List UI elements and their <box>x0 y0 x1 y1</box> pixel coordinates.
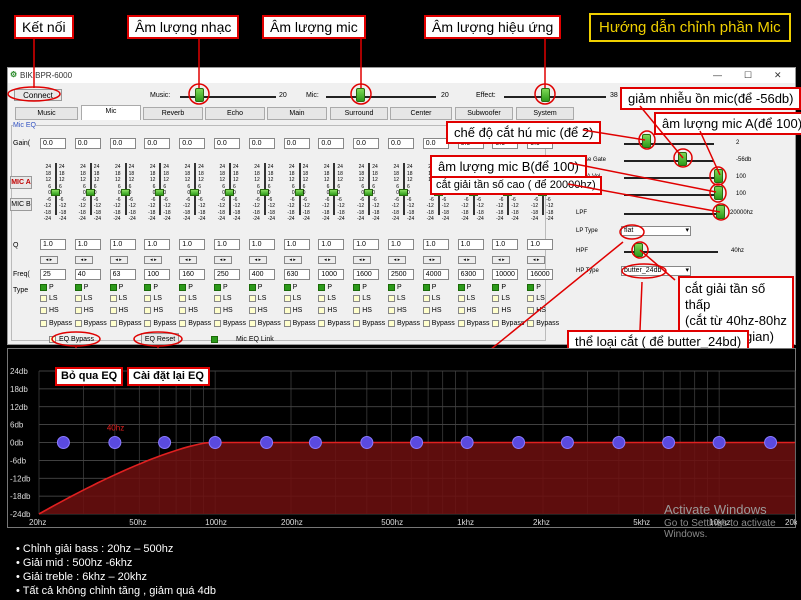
y-tick-label: 12db <box>10 403 28 412</box>
eq-band-point <box>56 436 70 449</box>
eq-graph-panel: 24db 18db 12db 6db 0db -6db -12db -18db -24db 20h… <box>7 348 801 528</box>
eq-band-point <box>662 436 676 449</box>
eq-band-point <box>410 436 424 449</box>
y-tick-label: 6db <box>10 421 24 430</box>
eq-band-point <box>208 436 222 449</box>
x-tick-label: 100hz <box>205 518 227 527</box>
eq-band-point <box>260 436 274 449</box>
x-tick-label: 2khz <box>533 518 550 527</box>
callout-eq-bypass: Bỏ qua EQ <box>55 367 124 386</box>
x-tick-label: 50hz <box>129 518 146 527</box>
x-tick-label: 1khz <box>457 518 474 527</box>
screen: Kết nối Âm lượng nhạc Âm lượng mic Âm lư… <box>0 0 801 600</box>
note-item: • Giải mid : 500hz -6khz <box>16 557 133 569</box>
note-item: • Chỉnh giải bass : 20hz – 500hz <box>16 543 174 555</box>
y-tick-label: 0db <box>10 439 24 448</box>
y-tick-label: -18db <box>10 492 31 501</box>
note-item: • Giải treble : 6khz – 20khz <box>16 571 148 583</box>
activation-watermark-sub: Go to Settings to activate Windows. <box>664 518 776 540</box>
eq-band-point <box>560 436 574 449</box>
notes-list: • Chỉnh giải bass : 20hz – 500hz • Giải … <box>16 542 216 598</box>
eq-band-point <box>108 436 122 449</box>
x-tick-label: 5khz <box>633 518 650 527</box>
y-tick-label: -6db <box>10 456 27 465</box>
hpf-marker-label: 40hz <box>107 424 124 433</box>
x-tick-label: 500hz <box>381 518 403 527</box>
x-tick-label: 200hz <box>281 518 303 527</box>
eq-band-point <box>158 436 172 449</box>
note-item: • Tất cả không chỉnh tăng , giảm quá 4db <box>16 585 216 597</box>
eq-band-point <box>712 436 726 449</box>
eq-band-point <box>360 436 374 449</box>
activation-watermark-title: Activate Windows <box>664 502 767 517</box>
eq-band-point <box>764 436 778 449</box>
y-tick-label: -12db <box>10 474 31 483</box>
eq-band-point <box>512 436 526 449</box>
eq-band-point <box>308 436 322 449</box>
x-tick-label: 20hz <box>29 518 46 527</box>
y-tick-label: 24db <box>10 367 28 376</box>
y-tick-label: 18db <box>10 385 28 394</box>
y-tick-label: -24db <box>10 510 31 519</box>
eq-band-point <box>460 436 474 449</box>
eq-band-point <box>612 436 626 449</box>
callout-eq-reset: Cài đặt lại EQ <box>127 367 210 386</box>
